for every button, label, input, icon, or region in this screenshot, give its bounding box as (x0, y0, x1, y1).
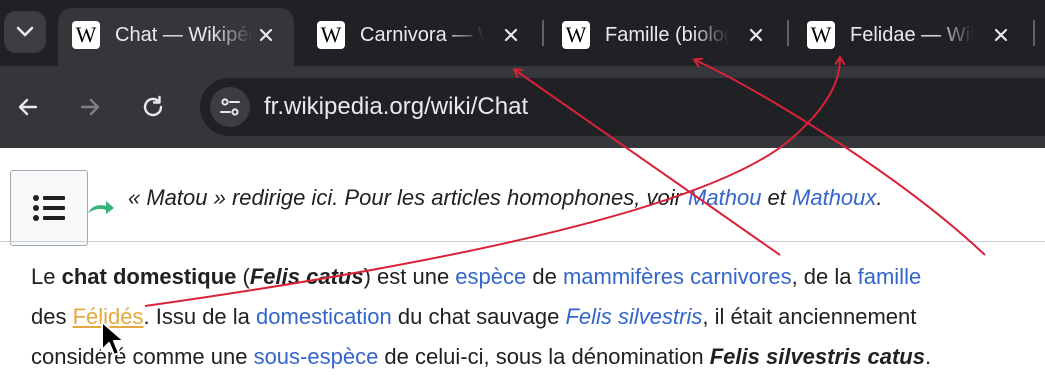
text: Le (31, 264, 62, 289)
tab-chat[interactable]: W Chat — Wikipédia (58, 8, 294, 66)
url-text[interactable]: fr.wikipedia.org/wiki/Chat (264, 93, 528, 121)
wikipedia-favicon-icon: W (72, 21, 100, 49)
address-bar[interactable]: fr.wikipedia.org/wiki/Chat (200, 78, 1045, 136)
tab-title: Felidae — Wikipédia (850, 24, 974, 46)
text: . Issu de la (143, 304, 257, 329)
text: de celui-ci, sous la dénomination (378, 344, 710, 369)
tab-separator (542, 20, 544, 46)
text: de (526, 264, 563, 289)
tab-carnivora[interactable]: W Carnivora — Wikipédia (303, 8, 539, 66)
paragraph-line: Le chat domestique (Felis catus) est une… (31, 257, 1041, 297)
tab-title: Famille (biologie) — Wikipédia (605, 24, 729, 46)
link-domestication[interactable]: domestication (256, 304, 392, 329)
text: . (924, 344, 932, 369)
tab-title: Chat — Wikipédia (115, 24, 253, 46)
tune-icon (220, 98, 240, 116)
hatnote-link-mathoux[interactable]: Mathoux (792, 185, 876, 210)
text: , il était anciennement (702, 304, 917, 329)
reload-icon (143, 95, 163, 117)
wikipedia-favicon-icon: W (562, 21, 590, 49)
tab-famille[interactable]: W Famille (biologie) — Wikipédia (548, 8, 784, 66)
trinomial-name: Felis silvestris catus (709, 344, 925, 369)
chevron-down-icon (16, 26, 34, 37)
wikipedia-favicon-icon: W (807, 21, 835, 49)
forward-button[interactable] (72, 89, 108, 125)
list-icon (33, 195, 65, 221)
wikipedia-favicon-icon: W (317, 21, 345, 49)
tab-search-button[interactable] (4, 11, 46, 53)
close-tab-icon[interactable] (253, 22, 279, 48)
text: du chat sauvage (391, 304, 566, 329)
tab-strip: W Chat — Wikipédia W Carnivora — Wikipéd… (0, 0, 1045, 66)
hatnote: « Matou » redirige ici. Pour les article… (128, 184, 883, 212)
link-felis-silvestris[interactable]: Felis silvestris (565, 304, 702, 329)
close-tab-icon[interactable] (988, 22, 1014, 48)
browser-toolbar: fr.wikipedia.org/wiki/Chat (0, 66, 1045, 148)
tab-felidae[interactable]: W Felidae — Wikipédia (793, 8, 1029, 66)
bold-term: chat domestique (61, 264, 237, 289)
tab-title: Carnivora — Wikipédia (360, 24, 484, 46)
tab-separator (787, 20, 789, 46)
hatnote-link-mathou[interactable]: Mathou (688, 185, 761, 210)
link-sous-espece[interactable]: sous-espèce (254, 344, 379, 369)
link-carnivores[interactable]: carnivores (690, 264, 791, 289)
paragraph-line: des Félidés. Issu de la domestication du… (31, 297, 1041, 337)
reload-button[interactable] (135, 89, 171, 125)
hatnote-text: . (876, 185, 883, 210)
text: ) est une (363, 264, 456, 289)
intro-paragraph: Le chat domestique (Felis catus) est une… (31, 257, 1041, 377)
hatnote-text: « Matou » redirige ici. Pour les article… (128, 185, 689, 210)
site-info-button[interactable] (210, 87, 250, 127)
text: des (31, 304, 73, 329)
section-divider (0, 241, 1045, 242)
table-of-contents-button[interactable] (10, 170, 88, 246)
text: , de la (791, 264, 858, 289)
arrow-right-icon (80, 98, 100, 116)
back-button[interactable] (10, 89, 46, 125)
close-tab-icon[interactable] (743, 22, 769, 48)
paragraph-line: considéré comme une sous-espèce de celui… (31, 337, 1041, 377)
redirect-arrow-icon (88, 201, 114, 214)
arrow-left-icon (18, 98, 38, 116)
close-tab-icon[interactable] (498, 22, 524, 48)
mouse-cursor-icon (101, 321, 125, 356)
page-content: « Matou » redirige ici. Pour les article… (0, 148, 1045, 387)
link-espece[interactable]: espèce (455, 264, 526, 289)
text: ( (236, 264, 250, 289)
link-mammiferes[interactable]: mammifères (563, 264, 684, 289)
link-famille[interactable]: famille (858, 264, 922, 289)
binomial-name: Felis catus (249, 264, 364, 289)
hatnote-text: et (761, 185, 793, 210)
text: considéré comme une (31, 344, 254, 369)
tab-separator (1033, 20, 1035, 46)
